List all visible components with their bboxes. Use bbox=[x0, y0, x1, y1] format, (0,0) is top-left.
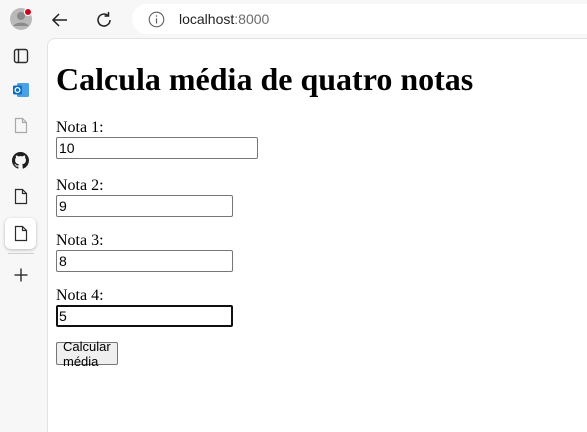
url-text: localhost:8000 bbox=[179, 11, 269, 27]
notification-dot bbox=[24, 8, 32, 16]
page-title: Calcula média de quatro notas bbox=[56, 61, 474, 97]
nota-4-input[interactable]: 5 bbox=[56, 305, 233, 327]
refresh-button[interactable] bbox=[91, 7, 117, 33]
profile-avatar[interactable] bbox=[5, 3, 36, 34]
outlook-icon bbox=[12, 82, 29, 97]
tab-actions-button[interactable] bbox=[5, 40, 36, 71]
nota-2-label: Nota 2: bbox=[56, 177, 104, 194]
outlook-tab[interactable] bbox=[5, 74, 36, 105]
new-tab-button[interactable] bbox=[5, 259, 36, 290]
plus-icon bbox=[14, 268, 27, 281]
document-icon bbox=[14, 188, 27, 205]
nota-3-input[interactable]: 8 bbox=[56, 250, 233, 272]
page-tab[interactable] bbox=[5, 110, 36, 141]
url-host: localhost bbox=[179, 11, 235, 27]
tab-actions-icon bbox=[13, 48, 28, 63]
nota-3-label: Nota 3: bbox=[56, 232, 104, 249]
address-bar[interactable]: localhost:8000 bbox=[132, 4, 587, 34]
info-icon[interactable] bbox=[147, 10, 165, 28]
sidebar-divider bbox=[8, 253, 34, 254]
document-icon bbox=[14, 225, 27, 242]
github-icon bbox=[12, 152, 29, 169]
page-viewport: Calcula média de quatro notas Nota 1: 10… bbox=[47, 38, 587, 432]
page-tab-2[interactable] bbox=[5, 181, 36, 212]
calcular-media-button[interactable]: Calcular média bbox=[56, 339, 118, 369]
nota-2-input[interactable]: 9 bbox=[56, 195, 233, 217]
github-tab[interactable] bbox=[5, 145, 36, 176]
nota-4-label: Nota 4: bbox=[56, 287, 104, 304]
nota-1-input[interactable]: 10 bbox=[56, 137, 258, 159]
document-icon bbox=[14, 117, 27, 134]
vertical-tab-sidebar bbox=[0, 0, 46, 431]
nota-1-label: Nota 1: bbox=[56, 119, 104, 136]
url-port: :8000 bbox=[234, 11, 270, 27]
browser-toolbar: localhost:8000 bbox=[46, 0, 587, 38]
back-button[interactable] bbox=[47, 7, 73, 33]
refresh-icon bbox=[97, 12, 111, 27]
page-tab-active[interactable] bbox=[5, 218, 36, 249]
back-arrow-icon bbox=[51, 13, 67, 27]
